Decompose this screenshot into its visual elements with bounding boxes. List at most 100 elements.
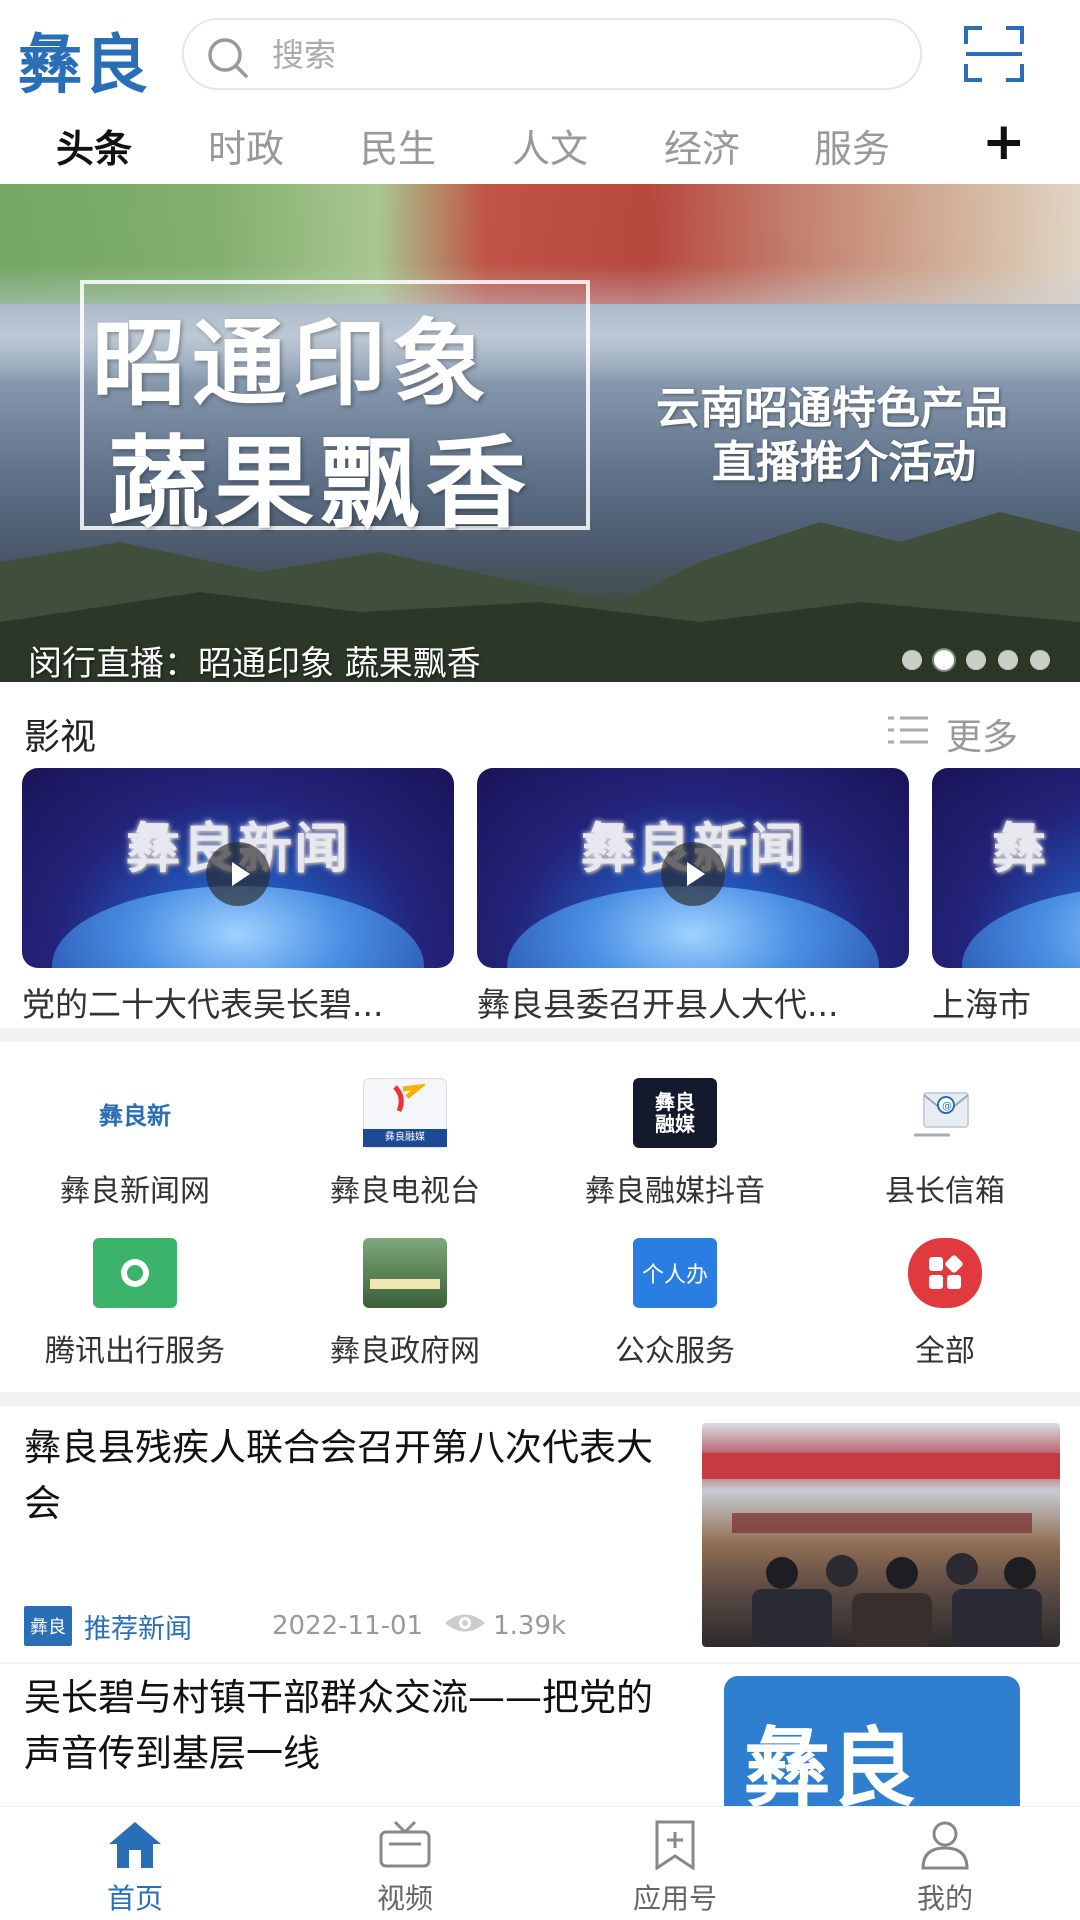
- carousel-dot[interactable]: [966, 650, 986, 670]
- header: 彝良: [0, 0, 1080, 110]
- more-button[interactable]: 更多: [888, 708, 1018, 760]
- news-title[interactable]: 彝良县残疾人联合会召开第八次代表大会: [24, 1420, 664, 1532]
- app-yiliang-news-site[interactable]: 彝良新 彝良新闻网: [0, 1078, 270, 1210]
- video-caption: 上海市: [932, 985, 1031, 1024]
- app-label: 彝良电视台: [330, 1174, 480, 1209]
- app-logo[interactable]: 彝良: [18, 14, 150, 106]
- bookmark-icon: [540, 1817, 810, 1873]
- app-yiliang-tv[interactable]: 彝良融媒 彝良电视台: [270, 1078, 540, 1210]
- app-label: 彝良新闻网: [60, 1174, 210, 1209]
- carousel-dot[interactable]: [902, 650, 922, 670]
- news-title[interactable]: 吴长碧与村镇干部群众交流——把党的声音传到基层一线: [24, 1670, 664, 1782]
- app-county-mailbox[interactable]: @ 县长信箱: [810, 1078, 1080, 1210]
- play-icon[interactable]: [661, 842, 725, 906]
- news-thumbnail-text: 彝良: [744, 1718, 916, 1806]
- video-card[interactable]: 彝良新闻 彝良县委召开县人大代...: [477, 768, 909, 1026]
- app-tencent-travel[interactable]: 腾讯出行服务: [0, 1238, 270, 1370]
- app-government-site[interactable]: 彝良政府网: [270, 1238, 540, 1370]
- svg-text:@: @: [942, 1101, 952, 1112]
- news-views: 1.39k: [443, 1610, 566, 1643]
- user-icon: [810, 1817, 1080, 1873]
- news-item[interactable]: 吴长碧与村镇干部群众交流——把党的声音传到基层一线 彝良: [0, 1670, 1080, 1806]
- banner-calligraphy-line2: 蔬果飘香: [108, 424, 532, 542]
- news-thumbnail[interactable]: 彝良: [724, 1676, 1020, 1806]
- nav-video[interactable]: 视频: [270, 1817, 540, 1917]
- bottom-navigation: 首页 视频 应用号 我的: [0, 1806, 1080, 1920]
- nav-home[interactable]: 首页: [0, 1817, 270, 1917]
- nav-profile[interactable]: 我的: [810, 1817, 1080, 1917]
- banner-subtitle-line2: 直播推介活动: [712, 437, 976, 488]
- tv-station-logo-text: 彝良融媒: [363, 1129, 447, 1147]
- tab-culture[interactable]: 人文: [512, 118, 588, 173]
- section-divider: [0, 1392, 1080, 1406]
- mailbox-icon: @: [903, 1078, 987, 1148]
- scan-icon[interactable]: [964, 26, 1024, 82]
- search-icon: [204, 34, 252, 86]
- video-thumbnail[interactable]: 彝良新闻: [477, 768, 909, 968]
- news-item[interactable]: 彝良县残疾人联合会召开第八次代表大会 彝良 推荐新闻 2022-11-01 1.…: [0, 1420, 1080, 1656]
- yiliang-news-logo: 彝良新: [93, 1078, 177, 1148]
- douyin-logo-text: 彝良融媒: [655, 1090, 695, 1136]
- video-caption: 党的二十大代表吴长碧...: [22, 985, 384, 1024]
- nav-label: 应用号: [632, 1882, 717, 1915]
- home-icon: [0, 1817, 270, 1873]
- app-yiliang-douyin[interactable]: 彝良融媒 彝良融媒抖音: [540, 1078, 810, 1210]
- video-thumbnail[interactable]: 彝: [932, 768, 1080, 968]
- nav-label: 视频: [376, 1882, 433, 1915]
- tv-station-mark: [393, 1083, 425, 1112]
- tv-station-logo: 彝良融媒: [363, 1078, 447, 1148]
- video-card[interactable]: 彝良新闻 党的二十大代表吴长碧...: [22, 768, 454, 1026]
- video-thumbnail[interactable]: 彝良新闻: [22, 768, 454, 968]
- public-service-logo: 个人办: [633, 1238, 717, 1308]
- tencent-travel-logo: [93, 1238, 177, 1308]
- app-label: 县长信箱: [885, 1174, 1005, 1209]
- banner-carousel[interactable]: 昭通印象 蔬果飘香 云南昭通特色产品 直播推介活动 闵行直播：昭通印象 蔬果飘香: [0, 184, 1080, 682]
- douyin-logo: 彝良融媒: [633, 1078, 717, 1148]
- news-date: 2022-11-01: [272, 1611, 424, 1641]
- news-thumbnail[interactable]: [702, 1423, 1060, 1647]
- carousel-dot[interactable]: [998, 650, 1018, 670]
- tab-economy[interactable]: 经济: [664, 118, 740, 173]
- government-site-logo: [363, 1238, 447, 1308]
- banner-caption: 闵行直播：昭通印象 蔬果飘香: [28, 644, 481, 682]
- search-bar[interactable]: [182, 18, 922, 90]
- tab-livelihood[interactable]: 民生: [360, 118, 436, 173]
- section-divider: [0, 1028, 1080, 1042]
- video-card[interactable]: 彝 上海市: [932, 768, 1080, 1026]
- video-thumb-title: 彝: [992, 817, 1048, 880]
- list-icon: [888, 714, 928, 755]
- globe-graphic: [962, 886, 1080, 968]
- app-label: 彝良政府网: [330, 1334, 480, 1369]
- carousel-dot-active[interactable]: [934, 650, 954, 670]
- carousel-dot[interactable]: [1030, 650, 1050, 670]
- nav-label: 我的: [916, 1882, 973, 1915]
- play-icon[interactable]: [206, 842, 270, 906]
- tab-headline[interactable]: 头条: [56, 118, 132, 173]
- search-input[interactable]: [272, 32, 872, 78]
- all-apps-icon: [908, 1238, 982, 1308]
- news-meta: 彝良 推荐新闻 2022-11-01 1.39k: [24, 1606, 566, 1646]
- tab-politics[interactable]: 时政: [208, 118, 284, 173]
- nav-label: 首页: [106, 1882, 163, 1915]
- video-caption: 彝良县委召开县人大代...: [477, 985, 839, 1024]
- channel-tabs: 头条 时政 民生 人文 经济 服务: [0, 110, 1080, 182]
- news-divider: [0, 1662, 1080, 1664]
- carousel-indicator: [902, 650, 1050, 670]
- app-all[interactable]: 全部: [810, 1238, 1080, 1370]
- video-carousel[interactable]: 彝良新闻 党的二十大代表吴长碧... 彝良新闻 彝良县委召开县人大代... 彝 …: [22, 768, 1080, 1028]
- yiliang-news-logo-text: 彝良新: [99, 1100, 171, 1130]
- app-label: 全部: [915, 1334, 975, 1369]
- app-public-service[interactable]: 个人办 公众服务: [540, 1238, 810, 1370]
- news-source[interactable]: 推荐新闻: [84, 1607, 192, 1646]
- section-title-video: 影视: [24, 717, 97, 758]
- news-view-count: 1.39k: [493, 1611, 567, 1641]
- tab-service[interactable]: 服务: [814, 118, 890, 173]
- app-label: 公众服务: [615, 1334, 735, 1369]
- app-label: 腾讯出行服务: [45, 1334, 225, 1369]
- tv-icon: [270, 1817, 540, 1873]
- source-logo: 彝良: [24, 1606, 72, 1646]
- nav-apps[interactable]: 应用号: [540, 1817, 810, 1917]
- eye-icon: [443, 1610, 487, 1643]
- more-label: 更多: [946, 717, 1019, 758]
- add-channel-button[interactable]: +: [982, 116, 1026, 168]
